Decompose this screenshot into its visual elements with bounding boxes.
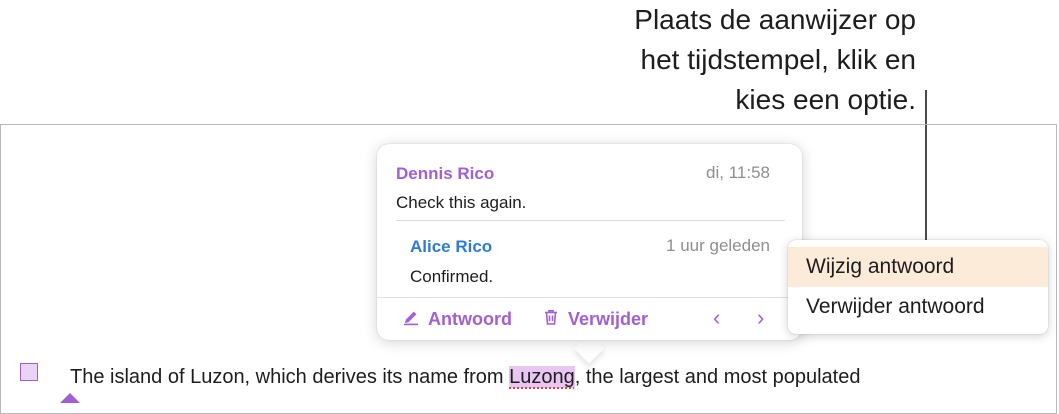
menu-item-delete-reply[interactable]: Verwijder antwoord (788, 287, 1048, 327)
reply-options-menu: Wijzig antwoord Verwijder antwoord (788, 240, 1048, 334)
commented-word[interactable]: Luzong (509, 366, 575, 388)
reply-button[interactable]: Antwoord (402, 306, 512, 332)
reply-timestamp[interactable]: 1 uur geleden (666, 236, 770, 256)
pencil-icon (402, 308, 420, 331)
comment-text: Check this again. (396, 193, 527, 212)
comment-author: Dennis Rico (396, 164, 495, 183)
reply-label: Antwoord (428, 308, 512, 329)
menu-item-edit-reply[interactable]: Wijzig antwoord (788, 247, 1048, 287)
document-paragraph[interactable]: The island of Luzon, which derives its n… (70, 366, 860, 389)
reply-author: Alice Rico (410, 237, 493, 256)
paragraph-text-after: , the largest and most populated (574, 366, 861, 388)
reply-divider (396, 220, 785, 221)
callout-line-3: kies een optie. (735, 84, 916, 115)
trash-icon (542, 308, 560, 331)
paragraph-text-before: The island of Luzon, which derives its n… (70, 366, 510, 388)
callout-line-2: het tijdstempel, klik en (640, 44, 916, 75)
next-comment-button[interactable]: › (757, 305, 764, 331)
reply-text: Confirmed. (410, 267, 494, 286)
footer-divider (377, 297, 802, 298)
instruction-callout: Plaats de aanwijzer op het tijdstempel, … (496, 0, 916, 120)
comment-marker[interactable] (20, 363, 38, 381)
comment-timestamp[interactable]: di, 11:58 (706, 163, 770, 183)
previous-comment-button[interactable]: ‹ (713, 305, 720, 331)
delete-label: Verwijder (568, 308, 649, 329)
delete-button[interactable]: Verwijder (542, 306, 648, 332)
callout-line-1: Plaats de aanwijzer op (634, 4, 916, 35)
comment-popover: Dennis Rico di, 11:58 Check this again. … (377, 144, 802, 340)
insertion-caret-icon (60, 393, 80, 403)
